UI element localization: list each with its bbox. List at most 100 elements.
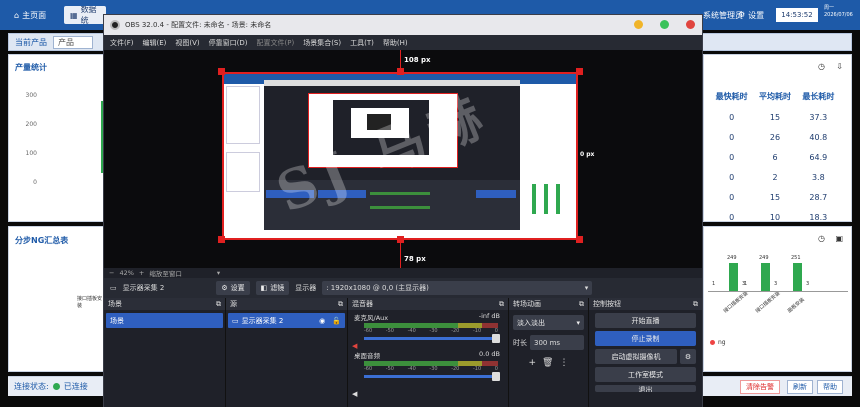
ng-bar-label-left: 1 — [744, 281, 748, 287]
undock-icon[interactable]: ⧉ — [693, 300, 698, 309]
undock-icon[interactable]: ⧉ — [579, 300, 584, 309]
start-streaming-button[interactable]: 开始直播 — [595, 313, 696, 328]
source-settings-button[interactable]: ⚙ 设置 — [216, 281, 250, 295]
undock-icon[interactable]: ⧉ — [216, 300, 221, 309]
minimize-button[interactable] — [634, 20, 643, 29]
display-label: 显示器 — [295, 284, 317, 292]
zoom-out-button[interactable]: − — [109, 269, 114, 277]
table-row: 0 10 18.3 — [729, 212, 828, 222]
tab-data-stats[interactable]: ▦ 数据统 — [64, 6, 106, 24]
image-icon[interactable]: ▣ — [835, 234, 843, 243]
display-select[interactable]: : 1920x1080 @ 0,0 (主显示器) ▾ — [322, 281, 593, 295]
stats-panel: ◷ ⇩ 最快耗时 平均耗时 最长耗时 0 15 37.3 0 26 40.8 0 6 64.9 … — [703, 54, 852, 222]
speaker-icon[interactable]: ◀ — [352, 390, 357, 398]
table-row: 0 15 28.7 — [729, 192, 828, 202]
y-axis: 300 200 100 0 — [25, 92, 37, 186]
duration-input[interactable]: 300 ms — [530, 335, 584, 350]
studio-mode-button[interactable]: 工作室模式 — [595, 367, 696, 382]
mic-volume-slider[interactable] — [364, 334, 500, 343]
date: 周一 2026/07/06 — [824, 5, 853, 18]
ng-panel-left: 分步NG汇总表 接口插板安装 — [8, 226, 104, 372]
maximize-button[interactable] — [660, 20, 669, 29]
table-row: 0 6 64.9 — [729, 152, 828, 162]
lock-icon[interactable]: 🔓 — [332, 317, 341, 325]
obs-titlebar: OBS 32.0.4 - 配置文件: 未命名 - 场景: 未命名 — [104, 15, 702, 35]
home-icon: ⌂ — [14, 10, 20, 20]
tab-home[interactable]: ⌂ 主页面 — [8, 6, 53, 24]
resize-handle[interactable] — [218, 68, 225, 75]
product-select[interactable]: 产品 — [53, 35, 93, 49]
source-filters-button[interactable]: ◧ 滤镜 — [255, 281, 290, 295]
ng-bar — [761, 263, 770, 291]
close-button[interactable] — [686, 20, 695, 29]
legend-dot-icon — [710, 340, 715, 345]
guide-right-label: 0 px — [580, 151, 595, 158]
undock-icon[interactable]: ⧉ — [338, 300, 343, 309]
undock-icon[interactable]: ⧉ — [499, 300, 504, 309]
trash-icon[interactable]: 🗑 — [542, 358, 553, 368]
ng-bar-label-top: 251 — [791, 255, 801, 261]
eye-icon[interactable]: ◉ — [319, 317, 325, 325]
source-item[interactable]: ▭ 显示器采集 2 ◉ 🔓 — [228, 313, 345, 328]
filter-icon: ◧ — [260, 284, 268, 292]
menu-help[interactable]: 帮助(H) — [383, 38, 408, 48]
menu-docks[interactable]: 停靠窗口(D) — [209, 38, 248, 48]
ng-x-label: 接口插板安装 — [754, 290, 782, 315]
monitor-icon: ▭ — [232, 316, 239, 325]
grid-icon: ▦ — [70, 10, 78, 20]
ng-axis-label: 接口插板安装 — [77, 296, 103, 309]
transitions-dock: 转场动画 ⧉ 淡入淡出 ▾ 时长 300 ms + 🗑 ⋮ — [509, 298, 589, 407]
mic-db: -inf dB — [478, 312, 500, 320]
resize-handle[interactable] — [576, 236, 583, 243]
zoom-fit-select[interactable]: 缩放至窗口 — [149, 268, 182, 278]
history-icon[interactable]: ◷ — [818, 62, 825, 71]
menu-scene-collection[interactable]: 场景集合(S) — [303, 38, 341, 48]
download-icon[interactable]: ⇩ — [836, 62, 843, 71]
menu-edit[interactable]: 编辑(E) — [143, 38, 167, 48]
menu-file[interactable]: 文件(F) — [110, 38, 134, 48]
add-icon[interactable]: + — [529, 358, 537, 368]
mic-label: 麦克风/Aux — [354, 314, 389, 322]
history-icon[interactable]: ◷ — [818, 234, 825, 243]
captured-panel — [226, 86, 260, 144]
exit-button[interactable]: 退出 — [595, 385, 696, 392]
gear-icon: ⚙ — [738, 10, 746, 19]
start-virtual-camera-button[interactable]: 启动虚拟摄像机 — [595, 349, 677, 364]
desktop-volume-slider[interactable] — [364, 372, 500, 381]
refresh-button[interactable]: 刷新 — [787, 380, 813, 394]
gear-icon[interactable]: ⚙ — [680, 349, 696, 364]
screen: ⌂ 主页面 ▦ 数据统 系统管理员 ⚙ 设置 14:53:52 周一 2026/07/0… — [0, 0, 860, 407]
menu-view[interactable]: 视图(V) — [175, 38, 199, 48]
connected-dot-icon — [52, 383, 60, 390]
controls-dock: 控制按钮 ⧉ 开始直播 停止录制 启动虚拟摄像机 ⚙ 工作室模式 退出 — [589, 298, 702, 407]
mic-muted-icon[interactable]: ◀ — [352, 342, 357, 350]
ng-bar-label-left: 1 — [712, 281, 716, 287]
ng-bar-label-top: 249 — [759, 255, 769, 261]
zoom-in-button[interactable]: + — [139, 269, 144, 277]
captured-panel — [226, 152, 260, 192]
resize-handle[interactable] — [576, 68, 583, 75]
source-toolbar: ▭ 显示器采集 2 ⚙ 设置 ◧ 滤镜 显示器 : 1920x1080 @ 0,0 … — [104, 278, 702, 298]
help-button[interactable]: 帮助 — [817, 380, 843, 394]
menu-tools[interactable]: 工具(T) — [350, 38, 374, 48]
ng-x-axis — [708, 291, 848, 292]
gear-icon: ⚙ — [221, 284, 228, 292]
guide-bottom-label: 78 px — [404, 255, 426, 263]
clear-alarm-button[interactable]: 清除告警 — [740, 380, 780, 394]
transition-select[interactable]: 淡入淡出 ▾ — [513, 315, 584, 330]
output-title: 产量统计 — [15, 63, 47, 72]
settings-button[interactable]: ⚙ 设置 — [738, 10, 764, 21]
scene-item[interactable]: 场景 — [106, 313, 223, 328]
ng-bar-label-right: 3 — [806, 281, 810, 287]
selected-source-name: 显示器采集 2 — [122, 284, 165, 292]
stop-recording-button[interactable]: 停止录制 — [595, 331, 696, 346]
desktop-audio-db: 0.0 dB — [479, 350, 500, 358]
ng-panel-right: ◷ ▣ 1 249 3 接口插板安装 1 249 3 接口插板安装 251 3 面板安装 ng — [703, 226, 852, 372]
table-row: 0 26 40.8 — [729, 132, 828, 142]
more-icon[interactable]: ⋮ — [559, 358, 568, 368]
output-panel: 产量统计 300 200 100 0 — [8, 54, 105, 222]
menu-profile[interactable]: 配置文件(P) — [257, 38, 295, 48]
resize-handle[interactable] — [218, 236, 225, 243]
guide-bottom — [400, 242, 401, 268]
table-row: 0 2 3.8 — [729, 172, 825, 182]
